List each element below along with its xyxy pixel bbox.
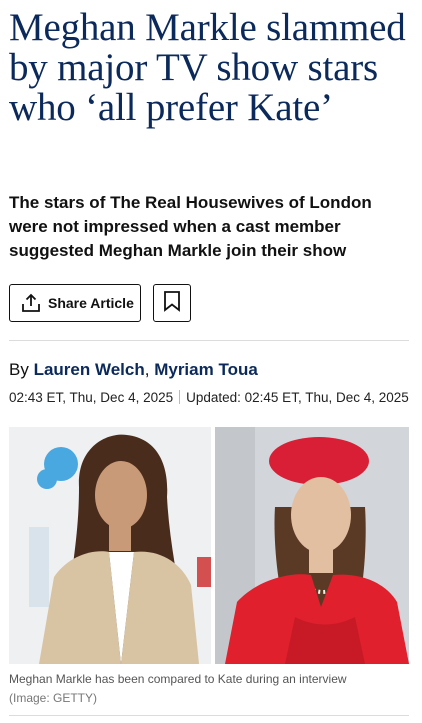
bookmark-button[interactable] [153, 284, 191, 322]
published-date: 02:43 ET, Thu, Dec 4, 2025 [9, 390, 174, 405]
divider [9, 340, 409, 341]
image-caption: Meghan Markle has been compared to Kate … [9, 670, 409, 708]
standfirst: The stars of The Real Housewives of Lond… [9, 193, 372, 260]
image-credit: (Image: GETTY) [9, 691, 98, 705]
share-article-button[interactable]: Share Article [9, 284, 141, 322]
caption-text: Meghan Markle has been compared to Kate … [9, 672, 347, 686]
byline-separator: , [144, 360, 150, 379]
headline: Meghan Markle slammed by major TV show s… [9, 6, 406, 129]
share-icon [20, 292, 42, 314]
bookmark-icon [163, 290, 181, 317]
share-article-label: Share Article [48, 295, 134, 311]
byline-prefix: By [9, 360, 29, 379]
updated-date: Updated: 02:45 ET, Thu, Dec 4, 2025 [186, 390, 409, 405]
article-photo-kate [215, 427, 409, 664]
author-link-myriam-toua[interactable]: Myriam Toua [154, 360, 258, 379]
author-link-lauren-welch[interactable]: Lauren Welch [34, 360, 145, 379]
divider-bottom [9, 715, 409, 716]
date-separator [179, 390, 181, 404]
byline: By Lauren Welch, Myriam Toua [9, 360, 258, 380]
article-photo-meghan [9, 427, 211, 664]
article-dates: 02:43 ET, Thu, Dec 4, 2025 Updated: 02:45… [9, 390, 409, 405]
